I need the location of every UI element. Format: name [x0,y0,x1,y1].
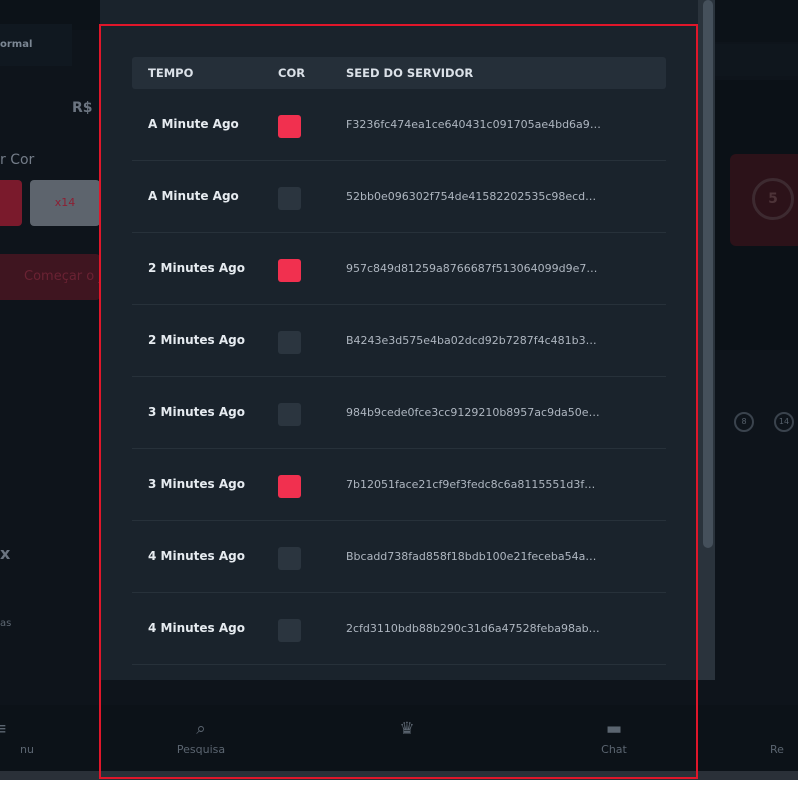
table-row: A Minute Ago F3236fc474ea1ce640431c09170… [132,89,666,161]
color-swatch [278,619,301,642]
color-swatch [278,187,301,210]
nav-item-partial[interactable]: Re [770,719,798,756]
bet-red-button[interactable] [0,180,22,226]
nav-item-menu[interactable]: ≡ nu [0,719,40,756]
row-time: 4 Minutes Ago [148,621,245,635]
bottom-edge [0,771,798,780]
table-row: 2 Minutes Ago 957c849d81259a8766687f5130… [132,233,666,305]
row-seed[interactable]: Bbcadd738fad858f18bdb100e21feceba54ae09c… [346,550,602,563]
nav-item-crown[interactable]: ♛ [367,719,447,743]
row-seed[interactable]: 984b9cede0fce3cc9129210b8957ac9da50e4a7c… [346,406,602,419]
modal-scrollbar-thumb[interactable] [703,0,713,548]
header-seed: SEED DO SERVIDOR [346,66,474,80]
row-time: 2 Minutes Ago [148,261,245,275]
color-swatch [278,259,301,282]
nav-label: Chat [601,743,627,756]
color-swatch [278,403,301,426]
table-row: 4 Minutes Ago 2cfd3110bdb88b290c31d6a475… [132,593,666,665]
nav-label: Pesquisa [176,743,226,756]
table-row: A Minute Ago 52bb0e096302f754de415822025… [132,161,666,233]
nav-label: nu [20,743,34,756]
nav-item-chat[interactable]: ▬ Chat [574,719,654,756]
left-x-label: x [0,544,11,563]
start-game-button[interactable]: Começar o j [0,254,100,300]
row-time: 4 Minutes Ago [148,549,245,563]
color-label: r Cor [0,152,35,168]
row-time: 3 Minutes Ago [148,477,245,491]
table-row: 2 Minutes Ago B4243e3d575e4ba02dcd92b728… [132,305,666,377]
crown-icon: ♛ [399,719,415,739]
history-dot: 8 [734,412,754,432]
search-icon: ⌕ [196,719,206,739]
bet-grey-button[interactable]: x14 [30,180,100,226]
row-time: A Minute Ago [148,189,239,203]
row-seed[interactable]: 957c849d81259a8766687f513064099d9e7794c2… [346,262,602,275]
partial-icon [770,719,798,739]
row-seed[interactable]: 7b12051face21cf9ef3fedc8c6a8115551d3f61b… [346,478,602,491]
color-swatch [278,115,301,138]
row-time: 3 Minutes Ago [148,405,245,419]
color-swatch [278,547,301,570]
bottom-nav: ≡ nu ⌕ Pesquisa ♛ ▬ Chat Re [0,705,798,780]
row-seed[interactable]: 52bb0e096302f754de41582202535c98ecd5c3a1… [346,190,602,203]
row-time: 2 Minutes Ago [148,333,245,347]
header-color: COR [278,66,306,80]
left-as-label: as [0,618,12,629]
row-seed[interactable]: B4243e3d575e4ba02dcd92b7287f4c481b3018e6… [346,334,602,347]
table-header: TEMPO COR SEED DO SERVIDOR [132,57,666,89]
mode-button[interactable]: ormal [0,24,72,66]
history-dot: 14 [774,412,794,432]
nav-label: Re [770,743,784,756]
row-time: A Minute Ago [148,117,239,131]
currency-label: R$ [72,100,93,116]
row-seed[interactable]: F3236fc474ea1ce640431c091705ae4bd6a907f1… [346,118,602,131]
roulette-tile: 5 [730,154,798,246]
roulette-number: 5 [752,178,794,220]
color-swatch [278,331,301,354]
menu-icon: ≡ [0,719,40,739]
nav-item-search[interactable]: ⌕ Pesquisa [161,719,241,756]
color-swatch [278,475,301,498]
seed-history-modal: TEMPO COR SEED DO SERVIDOR A Minute Ago … [100,0,698,680]
table-row: 3 Minutes Ago 984b9cede0fce3cc9129210b89… [132,377,666,449]
table-row: 4 Minutes Ago Bbcadd738fad858f18bdb100e2… [132,521,666,593]
row-seed[interactable]: 2cfd3110bdb88b290c31d6a47528feba98ab1c6d… [346,622,602,635]
table-row: 3 Minutes Ago 7b12051face21cf9ef3fedc8c6… [132,449,666,521]
header-time: TEMPO [148,66,194,80]
chat-icon: ▬ [605,719,623,739]
